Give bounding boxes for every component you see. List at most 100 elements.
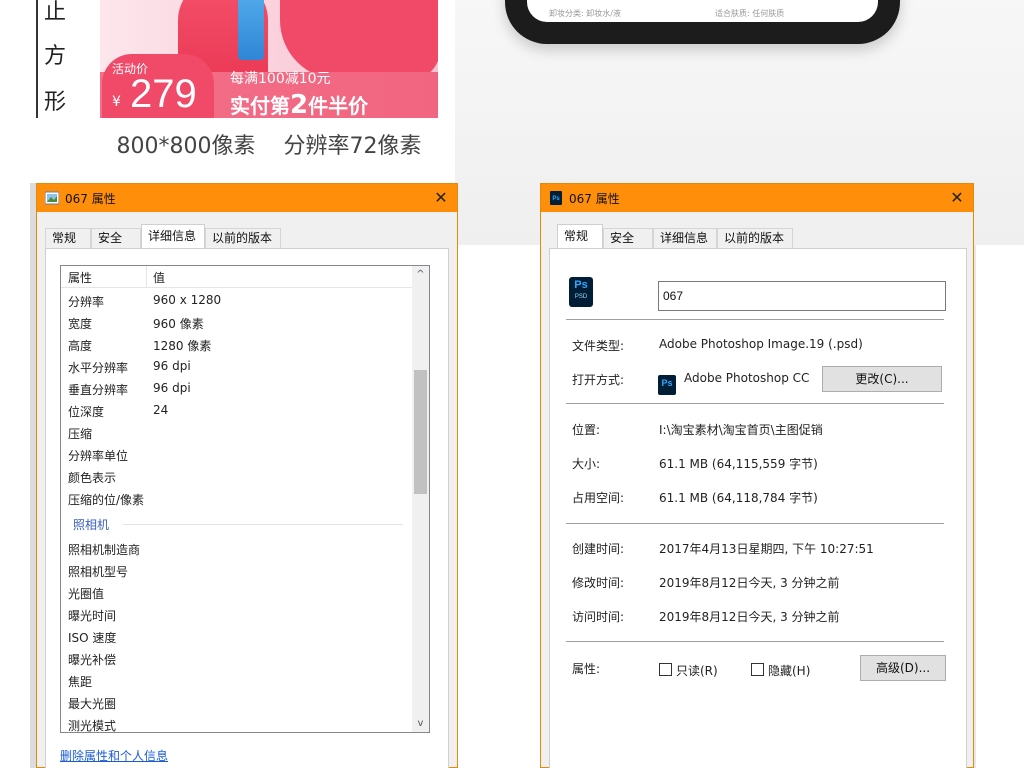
svg-text:Ps: Ps [552, 196, 560, 202]
divider [566, 641, 944, 642]
table-row[interactable]: 曝光补偿 [61, 648, 413, 670]
product-bottle-blue-shape [238, 0, 264, 60]
tab-details[interactable]: 详细信息 [141, 224, 205, 248]
table-row[interactable]: 最大光圈 [61, 692, 413, 714]
table-row[interactable]: 分辨率 960 x 1280 [61, 290, 413, 312]
property-name: ISO 速度 [68, 631, 117, 645]
close-icon[interactable]: ✕ [431, 188, 451, 208]
phone-screen: 卸妆分类: 卸妆水/液 适合肤质: 任何肤质 [527, 0, 878, 22]
photoshop-app-icon-text: Ps [661, 378, 673, 388]
tab-security[interactable]: 安全 [603, 228, 653, 248]
filename-input[interactable] [658, 281, 946, 311]
tab-details[interactable]: 详细信息 [653, 228, 717, 248]
location-label: 位置: [572, 423, 601, 437]
property-name: 曝光时间 [68, 609, 117, 623]
table-row[interactable]: 光圈值 [61, 582, 413, 604]
phone-mockup: 卸妆分类: 卸妆水/液 适合肤质: 任何肤质 [505, 0, 900, 44]
group-heading-camera[interactable]: 照相机 [73, 516, 109, 533]
image-size-caption: 800*800像素 分辨率72像素 [116, 134, 422, 159]
modified-value: 2019年8月12日今天, 3 分钟之前 [659, 576, 840, 590]
property-value: 960 像素 [153, 317, 204, 331]
file-type-label: 文件类型: [572, 339, 625, 353]
property-name: 压缩 [68, 427, 93, 441]
tab-security[interactable]: 安全 [91, 228, 141, 248]
divider [566, 523, 944, 524]
properties-dialog-details: 067 属性 ✕ 常规 安全 详细信息 以前的版本 属性 值 分辨率 960 x … [36, 183, 458, 768]
property-name: 焦距 [68, 675, 93, 689]
property-name: 测光模式 [68, 719, 117, 733]
remove-properties-link[interactable]: 删除属性和个人信息 [60, 747, 168, 764]
dialog-titlebar[interactable]: 067 属性 ✕ [37, 184, 457, 212]
property-name: 曝光补偿 [68, 653, 117, 667]
readonly-checkbox[interactable] [659, 663, 672, 676]
table-row[interactable]: ISO 速度 [61, 626, 413, 648]
table-row[interactable]: 照相机制造商 [61, 538, 413, 560]
offer-line-2-prefix: 实付第 [230, 94, 290, 118]
modified-label: 修改时间: [572, 576, 625, 590]
location-value: I:\淘宝素材\淘宝首页\主图促销 [659, 423, 823, 437]
advanced-button[interactable]: 高级(D)... [860, 655, 946, 681]
phone-text-right: 适合肤质: 任何肤质 [715, 9, 785, 18]
disk-size-label: 占用空间: [572, 491, 625, 505]
table-row[interactable]: 位深度 24 [61, 400, 413, 422]
property-name: 最大光圈 [68, 697, 117, 711]
column-header-value[interactable]: 值 [153, 269, 165, 286]
tab-general[interactable]: 常规 [557, 224, 603, 248]
change-button[interactable]: 更改(C)... [822, 366, 942, 392]
divider [566, 403, 944, 404]
offer-line-2-suffix: 件半价 [308, 94, 369, 118]
tab-previous-versions[interactable]: 以前的版本 [717, 228, 793, 248]
column-header-property[interactable]: 属性 [68, 269, 92, 286]
attributes-label: 属性: [572, 662, 601, 676]
list-header: 属性 值 [61, 266, 413, 288]
hidden-label[interactable]: 隐藏(H) [768, 662, 810, 679]
table-row[interactable]: 高度 1280 像素 [61, 334, 413, 356]
disk-size-value: 61.1 MB (64,118,784 字节) [659, 491, 818, 505]
table-row[interactable]: 宽度 960 像素 [61, 312, 413, 334]
hidden-checkbox[interactable] [751, 663, 764, 676]
price-value: 279 [130, 72, 197, 116]
table-row[interactable]: 照相机型号 [61, 560, 413, 582]
property-name: 分辨率 [68, 295, 105, 309]
created-value: 2017年4月13日星期四, 下午 10:27:51 [659, 542, 874, 556]
divider [566, 319, 944, 320]
property-list[interactable]: 属性 值 分辨率 960 x 1280 宽度 960 像素 高度 1280 像素 水平… [60, 265, 430, 733]
readonly-label[interactable]: 只读(R) [676, 662, 718, 679]
open-with-label: 打开方式: [572, 373, 625, 387]
table-row[interactable]: 颜色表示 [61, 466, 413, 488]
dialog-title: 067 属性 [569, 192, 620, 206]
photoshop-file-icon: Ps [550, 191, 562, 205]
table-row[interactable]: 曝光时间 [61, 604, 413, 626]
property-name: 位深度 [68, 405, 105, 419]
image-file-icon [45, 191, 59, 205]
table-row[interactable]: 焦距 [61, 670, 413, 692]
tab-general[interactable]: 常规 [45, 228, 91, 248]
scroll-up-icon[interactable]: ^ [412, 266, 429, 283]
vertical-scrollbar[interactable]: ^ v [412, 266, 429, 732]
table-row[interactable]: 测光模式 [61, 714, 413, 733]
vertical-heading: 止 方 形 [36, 0, 66, 118]
property-value: 960 x 1280 [153, 293, 222, 307]
general-panel: Ps PSD 文件类型: Adobe Photoshop Image.19 (.… [549, 248, 967, 768]
vertical-char: 止 [44, 0, 67, 25]
table-row[interactable]: 分辨率单位 [61, 444, 413, 466]
photoshop-icon-text: Ps [574, 279, 588, 291]
property-value: 24 [153, 403, 169, 417]
property-value: 1280 像素 [153, 339, 212, 353]
scrollbar-thumb[interactable] [414, 370, 427, 494]
photoshop-app-icon: Ps [658, 375, 676, 395]
vertical-char: 形 [44, 90, 67, 115]
file-type-value: Adobe Photoshop Image.19 (.psd) [659, 337, 863, 351]
close-icon[interactable]: ✕ [947, 188, 967, 208]
scroll-down-icon[interactable]: v [412, 715, 429, 732]
properties-dialog-general: Ps 067 属性 ✕ 常规 安全 详细信息 以前的版本 Ps PSD 文件类型… [540, 183, 974, 768]
table-row[interactable]: 垂直分辨率 96 dpi [61, 378, 413, 400]
table-row[interactable]: 压缩的位/像素 [61, 488, 413, 510]
tab-previous-versions[interactable]: 以前的版本 [205, 228, 281, 248]
property-value: 96 dpi [153, 359, 191, 373]
table-row[interactable]: 水平分辨率 96 dpi [61, 356, 413, 378]
dialog-titlebar[interactable]: Ps 067 属性 ✕ [541, 184, 973, 212]
table-row[interactable]: 压缩 [61, 422, 413, 444]
column-divider[interactable] [146, 266, 147, 288]
property-name: 高度 [68, 339, 93, 353]
